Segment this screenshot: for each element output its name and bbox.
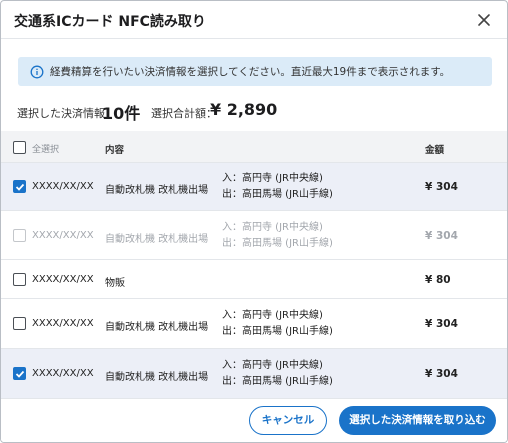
row-checkbox[interactable] [13, 180, 26, 193]
row-content: 物販 [105, 278, 125, 289]
row-amount: ¥ 304 [425, 368, 458, 380]
select-all-checkbox[interactable] [13, 141, 26, 154]
cancel-button[interactable]: キャンセル [249, 406, 327, 435]
info-text: 経費精算を行いたい決済情報を選択してください。直近最大19件まで表示されます。 [50, 66, 451, 78]
table-row[interactable]: XXXX/XX/XX 自動改札機 改札機出場 入：高円寺 (JR中央線) 出：高… [1, 349, 507, 398]
row-date: XXXX/XX/XX [32, 274, 94, 285]
row-date: XXXX/XX/XX [32, 318, 94, 329]
dialog-footer: キャンセル 選択した決済情報を取り込む [1, 398, 507, 442]
row-route: 入：高円寺 (JR中央線) 出：高田馬場 (JR山手線) [222, 220, 333, 252]
row-content: 自動改札機 改札機出場 [105, 185, 209, 196]
row-checkbox[interactable] [13, 317, 26, 330]
route-entry: 入：高円寺 (JR中央線) [222, 173, 323, 184]
route-entry: 入：高円寺 (JR中央線) [222, 222, 323, 233]
row-date: XXXX/XX/XX [32, 368, 94, 379]
row-date: XXXX/XX/XX [32, 230, 94, 241]
table-header: 全選択 内容 金額 [1, 131, 507, 163]
route-entry: 入：高円寺 (JR中央線) [222, 360, 323, 371]
row-content: 自動改札機 改札機出場 [105, 322, 209, 333]
dialog-header: 交通系ICカード NFC読み取り [1, 1, 507, 39]
row-checkbox[interactable] [13, 273, 26, 286]
row-amount: ¥ 304 [425, 318, 458, 330]
route-exit: 出：高田馬場 (JR山手線) [222, 189, 333, 200]
table-row: XXXX/XX/XX 自動改札機 改札機出場 入：高円寺 (JR中央線) 出：高… [1, 211, 507, 260]
table-row[interactable]: XXXX/XX/XX 自動改札機 改札機出場 入：高円寺 (JR中央線) 出：高… [1, 163, 507, 211]
route-exit: 出：高田馬場 (JR山手線) [222, 376, 333, 387]
route-exit: 出：高田馬場 (JR山手線) [222, 238, 333, 249]
import-selected-button[interactable]: 選択した決済情報を取り込む [339, 406, 496, 435]
content-column-header: 内容 [105, 145, 125, 156]
selected-total-value: ¥ 2,890 [210, 100, 278, 119]
dialog-title: 交通系ICカード NFC読み取り [14, 14, 206, 30]
row-content: 自動改札機 改札機出場 [105, 234, 209, 245]
table-row[interactable]: XXXX/XX/XX 自動改札機 改札機出場 入：高円寺 (JR中央線) 出：高… [1, 299, 507, 349]
row-checkbox [13, 229, 26, 242]
row-route: 入：高円寺 (JR中央線) 出：高田馬場 (JR山手線) [222, 358, 333, 390]
selected-total-label: 選択合計額： [151, 107, 217, 120]
row-amount: ¥ 304 [425, 181, 458, 193]
route-entry: 入：高円寺 (JR中央線) [222, 310, 323, 321]
row-date: XXXX/XX/XX [32, 181, 94, 192]
row-route: 入：高円寺 (JR中央線) 出：高田馬場 (JR山手線) [222, 308, 333, 340]
table-row[interactable]: XXXX/XX/XX 物販 ¥ 80 [1, 260, 507, 299]
info-banner: 経費精算を行いたい決済情報を選択してください。直近最大19件まで表示されます。 [18, 57, 492, 86]
nfc-read-dialog: 交通系ICカード NFC読み取り 経費精算を行いたい決済情報を選択してください。… [0, 0, 508, 443]
route-exit: 出：高田馬場 (JR山手線) [222, 326, 333, 337]
row-amount: ¥ 80 [425, 274, 451, 286]
info-icon [30, 64, 44, 79]
row-checkbox[interactable] [13, 367, 26, 380]
amount-column-header: 金額 [425, 145, 445, 156]
row-content: 自動改札機 改札機出場 [105, 372, 209, 383]
row-amount: ¥ 304 [425, 230, 458, 242]
close-icon[interactable] [475, 11, 493, 29]
row-route: 入：高円寺 (JR中央線) 出：高田馬場 (JR山手線) [222, 171, 333, 203]
select-all-label: 全選択 [32, 145, 60, 155]
selected-count-value: 10件 [102, 104, 141, 123]
